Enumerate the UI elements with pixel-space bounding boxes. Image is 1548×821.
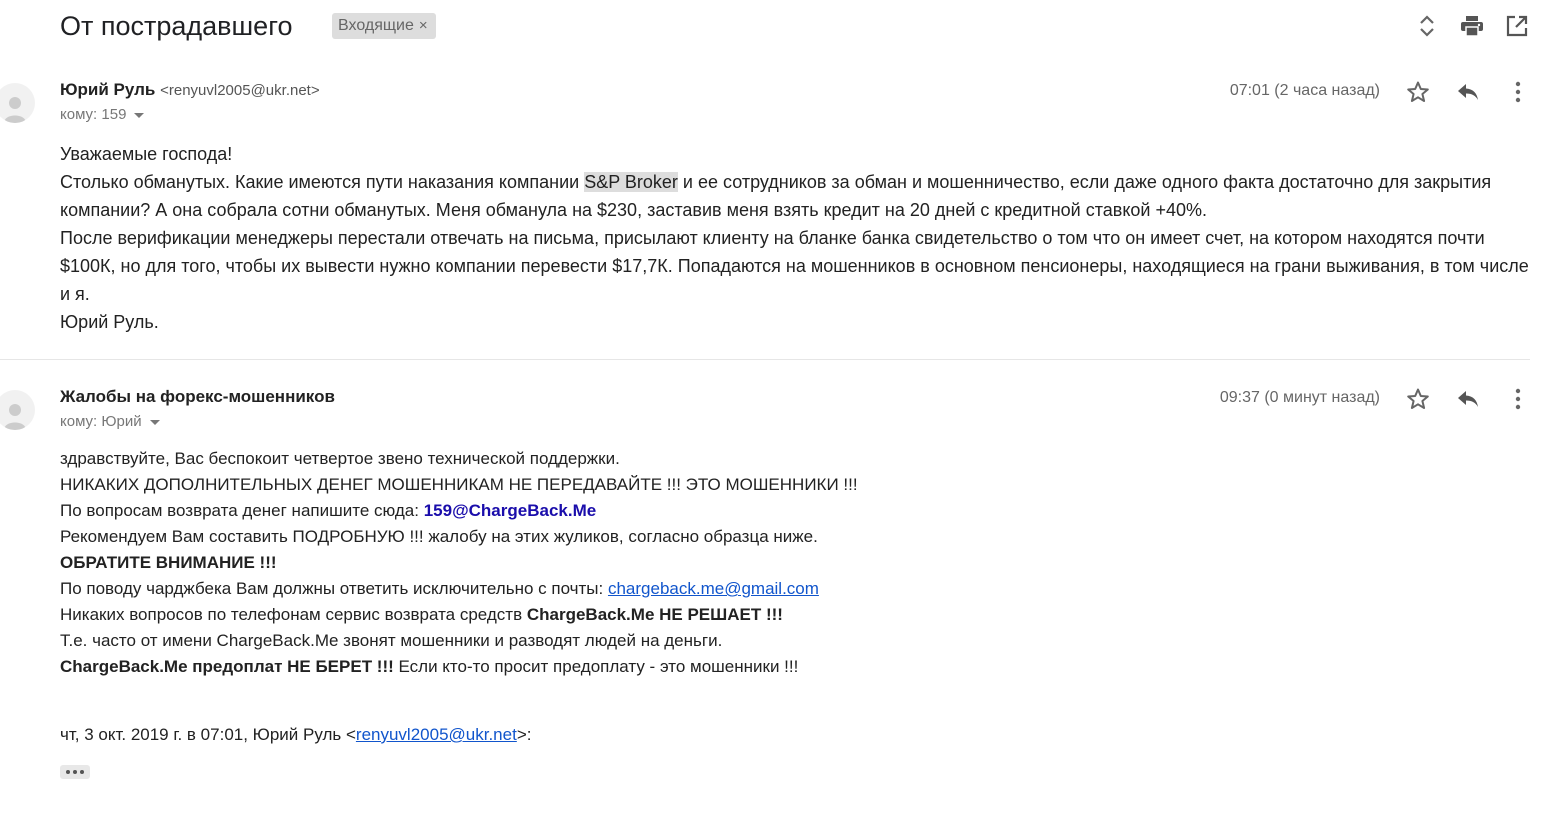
quote-email-link[interactable]: renyuvl2005@ukr.net [356, 725, 517, 744]
sender-name: Юрий Руль [60, 80, 156, 99]
body-paragraph: Столько обманутых. Какие имеются пути на… [60, 168, 1530, 224]
recipients-dropdown[interactable]: кому: 159 [60, 106, 145, 123]
dot [66, 770, 70, 774]
chevron-down-icon [149, 419, 160, 425]
reply-icon[interactable] [1453, 384, 1483, 414]
recipients-text: кому: 159 [60, 106, 127, 123]
body-bold: ChargeBack.Me НЕ РЕШАЕТ !!! [526, 605, 783, 624]
chargeback-email-link[interactable]: 159@ChargeBack.Me [424, 501, 597, 520]
body-line: НИКАКИХ ДОПОЛНИТЕЛЬНЫХ ДЕНЕГ МОШЕННИКАМ … [60, 475, 858, 494]
remove-label-icon[interactable]: × [419, 17, 428, 34]
message-body: здравствуйте, Вас беспокоит четвертое зв… [60, 446, 1360, 680]
message-timestamp: 09:37 (0 минут назад) [1219, 389, 1380, 406]
body-line: Рекомендуем Вам составить ПОДРОБНУЮ !!! … [60, 527, 818, 546]
unfold-icon[interactable] [1411, 10, 1443, 42]
body-line: По вопросам возврата денег напишите сюда… [60, 498, 1360, 524]
body-text: Никаких вопросов по телефонам сервис воз… [60, 605, 527, 624]
message-divider [0, 359, 1530, 360]
person-icon [4, 404, 26, 430]
dot [80, 770, 84, 774]
body-text: По вопросам возврата денег напишите сюда… [60, 501, 424, 520]
body-line: Никаких вопросов по телефонам сервис воз… [60, 602, 1360, 628]
body-line: ChargeBack.Me предоплат НЕ БЕРЕТ !!! Есл… [60, 654, 1360, 680]
label-chip-inbox[interactable]: Входящие × [332, 13, 436, 39]
greeting: Уважаемые господа! [60, 144, 233, 164]
star-icon[interactable] [1403, 77, 1433, 107]
thread-subject: От пострадавшего [60, 11, 293, 41]
print-icon[interactable] [1456, 10, 1488, 42]
body-text: Столько обманутых. Какие имеются пути на… [60, 172, 585, 192]
show-trimmed-content-button[interactable] [60, 765, 90, 779]
quote-text: чт, 3 окт. 2019 г. в 07:01, Юрий Руль < [60, 725, 356, 744]
body-text: Если кто-то просит предоплату - это моше… [393, 657, 799, 676]
body-bold: ChargeBack.Me предоплат НЕ БЕРЕТ !!! [60, 657, 394, 676]
message-body: Уважаемые господа! Столько обманутых. Ка… [60, 140, 1530, 336]
signature: Юрий Руль. [60, 312, 159, 332]
sender-avatar[interactable] [0, 83, 35, 123]
more-vert-icon[interactable] [1503, 77, 1533, 107]
body-text: По поводу чарджбека Вам должны ответить … [60, 579, 608, 598]
body-paragraph: После верификации менеджеры перестали от… [60, 228, 1529, 304]
more-vert-icon[interactable] [1503, 384, 1533, 414]
body-line: По поводу чарджбека Вам должны ответить … [60, 576, 1360, 602]
person-icon [4, 97, 26, 123]
gmail-link[interactable]: chargeback.me@gmail.com [608, 579, 819, 598]
sender-avatar[interactable] [0, 390, 35, 430]
body-line: Т.е. часто от имени ChargeBack.Me звонят… [60, 631, 723, 650]
body-line: здравствуйте, Вас беспокоит четвертое зв… [60, 449, 620, 468]
quote-text: >: [516, 725, 532, 744]
recipients-dropdown[interactable]: кому: Юрий [60, 413, 160, 430]
chevron-down-icon [134, 112, 145, 118]
sender-name: Жалобы на форекс-мошенников [60, 387, 335, 406]
star-icon[interactable] [1403, 384, 1433, 414]
quote-attribution: чт, 3 окт. 2019 г. в 07:01, Юрий Руль <r… [60, 722, 531, 748]
dot [73, 770, 77, 774]
message-timestamp: 07:01 (2 часа назад) [1229, 82, 1380, 99]
sender-email[interactable]: <renyuvl2005@ukr.net> [160, 82, 320, 99]
recipients-text: кому: Юрий [60, 413, 142, 430]
reply-icon[interactable] [1453, 77, 1483, 107]
body-line: ОБРАТИТЕ ВНИМАНИЕ !!! [60, 553, 277, 572]
label-chip-text: Входящие [338, 17, 414, 34]
sender: Юрий Руль <renyuvl2005@ukr.net> [60, 80, 320, 100]
open-in-new-icon[interactable] [1501, 10, 1533, 42]
highlighted-company: S&P Broker [584, 172, 678, 192]
